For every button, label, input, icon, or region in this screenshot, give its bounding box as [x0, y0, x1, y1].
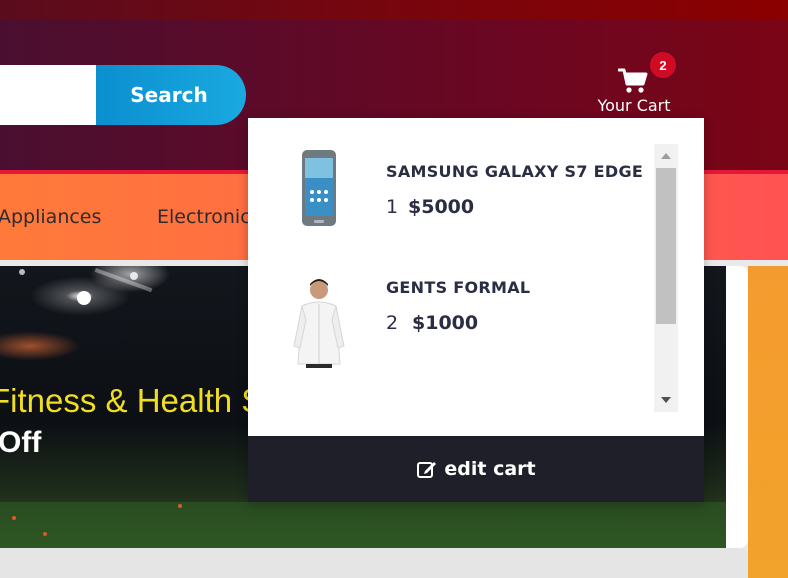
shopping-cart-icon — [618, 68, 648, 93]
scroll-up-button[interactable] — [654, 144, 678, 168]
arrow-down-icon — [661, 397, 671, 403]
top-bar — [0, 0, 788, 20]
edit-icon — [417, 462, 437, 478]
search-button[interactable]: Search — [96, 65, 246, 125]
cart-button[interactable]: 2 Your Cart — [586, 50, 682, 120]
cart-scrollbar[interactable] — [654, 144, 678, 412]
cart-label: Your Cart — [597, 96, 671, 115]
search-input[interactable] — [0, 65, 98, 125]
nav-item-appliances[interactable]: Appliances — [0, 206, 101, 228]
arrow-up-icon — [661, 153, 671, 159]
item-qty: 1 — [386, 196, 399, 218]
cart-item-list[interactable]: SAMSUNG GALAXY S7 EDGE 1 $5000 GENTS FOR… — [248, 118, 704, 436]
item-name[interactable]: SAMSUNG GALAXY S7 EDGE — [386, 162, 643, 181]
item-qty: 2 — [386, 312, 399, 334]
scroll-thumb[interactable] — [656, 168, 676, 324]
shirt-image — [293, 279, 345, 368]
item-name[interactable]: GENTS FORMAL — [386, 278, 530, 297]
side-banner-strip — [748, 266, 788, 578]
cart-dropdown: SAMSUNG GALAXY S7 EDGE 1 $5000 GENTS FOR… — [248, 118, 704, 502]
edit-cart-label: edit cart — [444, 458, 536, 480]
bottom-panel — [0, 548, 748, 578]
scroll-down-button[interactable] — [654, 388, 678, 412]
item-price: $5000 — [408, 196, 475, 218]
nav-item-electronics[interactable]: Electronics — [157, 206, 261, 228]
cart-item[interactable]: SAMSUNG GALAXY S7 EDGE 1 $5000 — [248, 136, 648, 246]
hero-subtitle: Off — [0, 426, 42, 459]
cart-count-badge: 2 — [648, 50, 678, 80]
cart-item[interactable]: GENTS FORMAL 2 $1000 — [248, 270, 648, 380]
item-price: $1000 — [412, 312, 479, 334]
phone-image — [302, 150, 336, 226]
edit-cart-button[interactable]: edit cart — [248, 436, 704, 502]
